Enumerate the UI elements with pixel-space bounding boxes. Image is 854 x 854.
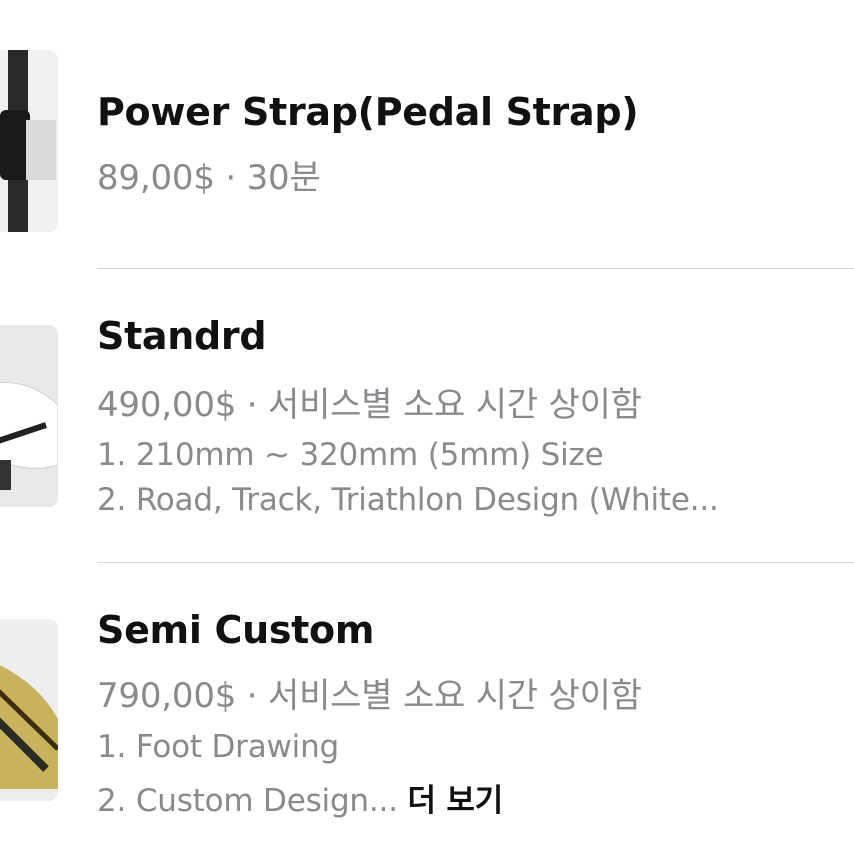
service-title: Power Strap(Pedal Strap): [97, 90, 639, 134]
service-price-duration: 89,00$ · 30분: [97, 158, 321, 198]
service-title: Semi Custom: [97, 608, 375, 652]
see-more-link[interactable]: 더 보기: [408, 783, 504, 819]
product-thumbnail[interactable]: [0, 619, 58, 801]
service-item-standard[interactable]: Standrd 490,00$ · 서비스별 소요 시간 상이함 1. 210m…: [0, 269, 854, 563]
service-item-semi-custom[interactable]: Semi Custom 790,00$ · 서비스별 소요 시간 상이함 1. …: [0, 563, 854, 854]
gold-shoe-photo: [0, 619, 58, 801]
service-title: Standrd: [97, 314, 267, 358]
product-thumbnail[interactable]: [0, 325, 58, 507]
service-description-line-2: 2. Custom Design... 더 보기: [97, 775, 854, 820]
service-item-power-strap[interactable]: Power Strap(Pedal Strap) 89,00$ · 30분: [0, 0, 854, 269]
service-price-duration: 490,00$ · 서비스별 소요 시간 상이함: [97, 385, 642, 425]
service-description-line-1: 1. 210mm ~ 320mm (5mm) Size: [97, 437, 604, 473]
pedal-strap-photo: [0, 50, 58, 232]
service-description-line-2: 2. Road, Track, Triathlon Design (White.…: [97, 482, 719, 518]
product-thumbnail[interactable]: [0, 50, 58, 232]
service-price-duration: 790,00$ · 서비스별 소요 시간 상이함: [97, 676, 642, 716]
service-description-line-1: 1. Foot Drawing: [97, 729, 340, 765]
white-shoe-photo: [0, 325, 58, 507]
description-text: 2. Custom Design...: [97, 783, 398, 819]
